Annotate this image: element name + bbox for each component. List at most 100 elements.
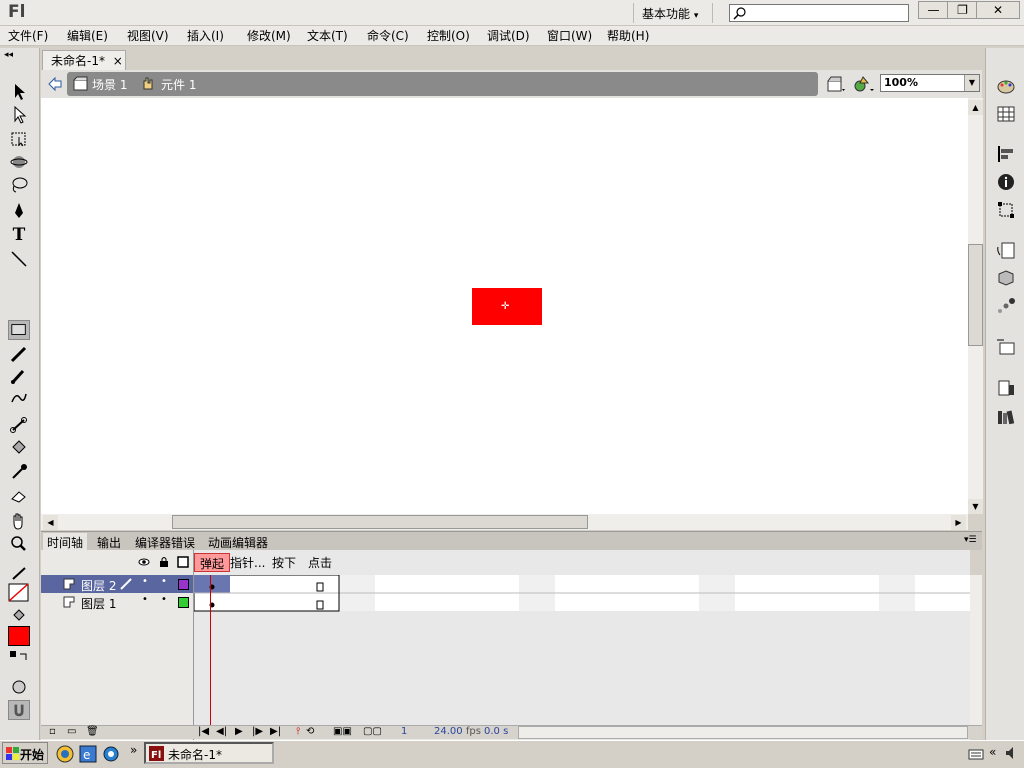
edit-symbols-icon[interactable] xyxy=(853,75,875,93)
fill-color-icon[interactable] xyxy=(8,605,30,625)
paint-bucket-tool-icon[interactable] xyxy=(8,438,30,458)
onion-outline-icon[interactable]: ▢▢ xyxy=(363,726,382,737)
swap-colors-icon[interactable] xyxy=(8,648,30,668)
new-folder-icon[interactable]: ▭ xyxy=(67,726,76,737)
subselection-tool-icon[interactable] xyxy=(8,105,30,125)
restore-button[interactable]: ❐ xyxy=(947,1,978,19)
document-tab[interactable]: 未命名-1* × xyxy=(42,50,126,70)
hand-tool-icon[interactable] xyxy=(8,511,30,531)
layer-row[interactable]: 图层 1 • • xyxy=(41,593,193,611)
menu-modify[interactable]: 修改(M) xyxy=(247,27,291,44)
pencil-tool-icon[interactable] xyxy=(8,344,30,364)
minimize-button[interactable]: — xyxy=(918,1,949,19)
eye-icon[interactable] xyxy=(138,556,150,568)
layer-row[interactable]: 图层 2 • • xyxy=(41,575,193,593)
project-panel-icon[interactable] xyxy=(996,338,1016,356)
3d-rotation-tool-icon[interactable] xyxy=(8,152,30,172)
rectangle-tool-icon[interactable] xyxy=(8,320,30,340)
tab-timeline[interactable]: 时间轴 xyxy=(43,533,88,550)
zoom-tool-icon[interactable] xyxy=(8,534,30,554)
eyedropper-tool-icon[interactable] xyxy=(8,461,30,481)
breadcrumb-symbol[interactable]: 元件 1 xyxy=(161,76,196,93)
elapsed-time[interactable]: 0.0 s xyxy=(484,726,508,737)
menu-edit[interactable]: 编辑(E) xyxy=(67,27,108,44)
frame-rate[interactable]: 24.00 fps xyxy=(434,726,481,737)
collapse-panel-icon[interactable]: ◂◂ xyxy=(4,50,13,60)
info-panel-icon[interactable] xyxy=(996,173,1016,191)
eraser-tool-icon[interactable] xyxy=(8,485,30,505)
menu-help[interactable]: 帮助(H) xyxy=(607,27,649,44)
prev-frame-icon[interactable]: ◀| xyxy=(216,726,227,737)
scroll-down-icon[interactable]: ▼ xyxy=(968,499,983,514)
onion-skin-icon[interactable]: ▣▣ xyxy=(333,726,352,737)
lasso-tool-icon[interactable] xyxy=(8,175,30,195)
lock-dot[interactable]: • xyxy=(161,594,167,605)
menu-text[interactable]: 文本(T) xyxy=(307,27,348,44)
stroke-color-swatch[interactable] xyxy=(8,583,30,603)
selection-tool-icon[interactable] xyxy=(8,82,30,102)
layer-name[interactable]: 图层 2 xyxy=(81,577,116,594)
layer-outline-color[interactable] xyxy=(178,597,189,608)
visibility-dot[interactable]: • xyxy=(142,576,148,587)
center-frame-icon[interactable]: ⫯ xyxy=(296,726,300,737)
bone-tool-icon[interactable] xyxy=(8,415,30,435)
back-arrow-icon[interactable] xyxy=(47,76,63,92)
taskbar-item[interactable]: Fl 未命名-1* xyxy=(144,742,274,764)
deco-tool-icon[interactable] xyxy=(8,388,30,408)
outline-icon[interactable] xyxy=(177,556,189,568)
menu-window[interactable]: 窗口(W) xyxy=(547,27,592,44)
snap-magnet-icon[interactable] xyxy=(8,700,30,720)
text-tool-icon[interactable]: T xyxy=(8,225,30,245)
books-panel-icon[interactable] xyxy=(996,408,1016,426)
menu-control[interactable]: 控制(O) xyxy=(427,27,470,44)
more-icon[interactable]: » xyxy=(130,743,137,757)
start-button[interactable]: 开始 xyxy=(2,742,48,764)
loop-icon[interactable]: ⟲ xyxy=(306,726,314,737)
tab-output[interactable]: 输出 xyxy=(93,533,125,550)
current-frame[interactable]: 1 xyxy=(401,726,407,737)
scroll-right-icon[interactable]: ▶ xyxy=(951,515,966,530)
layer-outline-color[interactable] xyxy=(178,579,189,590)
menu-view[interactable]: 视图(V) xyxy=(127,27,169,44)
components-panel-icon[interactable] xyxy=(996,269,1016,287)
lock-icon[interactable] xyxy=(158,556,170,568)
breadcrumb-scene[interactable]: 场景 1 xyxy=(92,76,127,93)
layer-name[interactable]: 图层 1 xyxy=(81,595,116,612)
frame-grid[interactable] xyxy=(193,550,971,740)
scroll-up-icon[interactable]: ▲ xyxy=(968,100,983,115)
menu-file[interactable]: 文件(F) xyxy=(8,27,48,44)
menu-debug[interactable]: 调试(D) xyxy=(487,27,530,44)
menu-insert[interactable]: 插入(I) xyxy=(187,27,224,44)
last-frame-icon[interactable]: ▶| xyxy=(270,726,281,737)
line-tool-icon[interactable] xyxy=(8,249,30,269)
tray-expand-icon[interactable]: « xyxy=(989,745,996,759)
free-transform-tool-icon[interactable] xyxy=(8,129,30,149)
horizontal-scroll-thumb[interactable] xyxy=(172,515,588,529)
zoom-select[interactable]: 100% ▼ xyxy=(880,74,980,92)
brush-tool-icon[interactable] xyxy=(8,366,30,386)
tab-compiler-errors[interactable]: 编译器错误 xyxy=(131,533,199,550)
edit-scene-icon[interactable] xyxy=(826,75,846,93)
motion-presets-icon[interactable] xyxy=(996,297,1016,315)
menu-commands[interactable]: 命令(C) xyxy=(367,27,409,44)
vertical-scroll-thumb[interactable] xyxy=(968,244,983,346)
close-button[interactable]: ✕ xyxy=(976,1,1020,19)
object-drawing-icon[interactable] xyxy=(8,677,30,697)
first-frame-icon[interactable]: |◀ xyxy=(198,726,209,737)
timeline-vertical-scrollbar[interactable] xyxy=(970,575,982,725)
keyboard-icon[interactable] xyxy=(968,746,984,762)
delete-layer-icon[interactable]: 🗑 xyxy=(86,726,99,737)
tab-motion-editor[interactable]: 动画编辑器 xyxy=(204,533,272,550)
transform-panel-icon[interactable] xyxy=(996,201,1016,219)
app-gear-icon[interactable] xyxy=(102,745,120,763)
lock-dot[interactable]: • xyxy=(161,576,167,587)
fill-color-swatch[interactable] xyxy=(8,626,30,646)
swatches-panel-icon[interactable] xyxy=(996,105,1016,123)
speaker-icon[interactable] xyxy=(1004,745,1020,761)
workspace-switcher[interactable]: 基本功能 ▾ xyxy=(633,3,713,23)
search-input[interactable] xyxy=(729,4,909,22)
align-panel-icon[interactable] xyxy=(996,145,1016,163)
panel-menu-icon[interactable]: ▾☰ xyxy=(964,535,977,545)
playhead-handle[interactable]: 弹起 xyxy=(194,553,230,572)
ie-icon[interactable]: e xyxy=(79,745,97,763)
